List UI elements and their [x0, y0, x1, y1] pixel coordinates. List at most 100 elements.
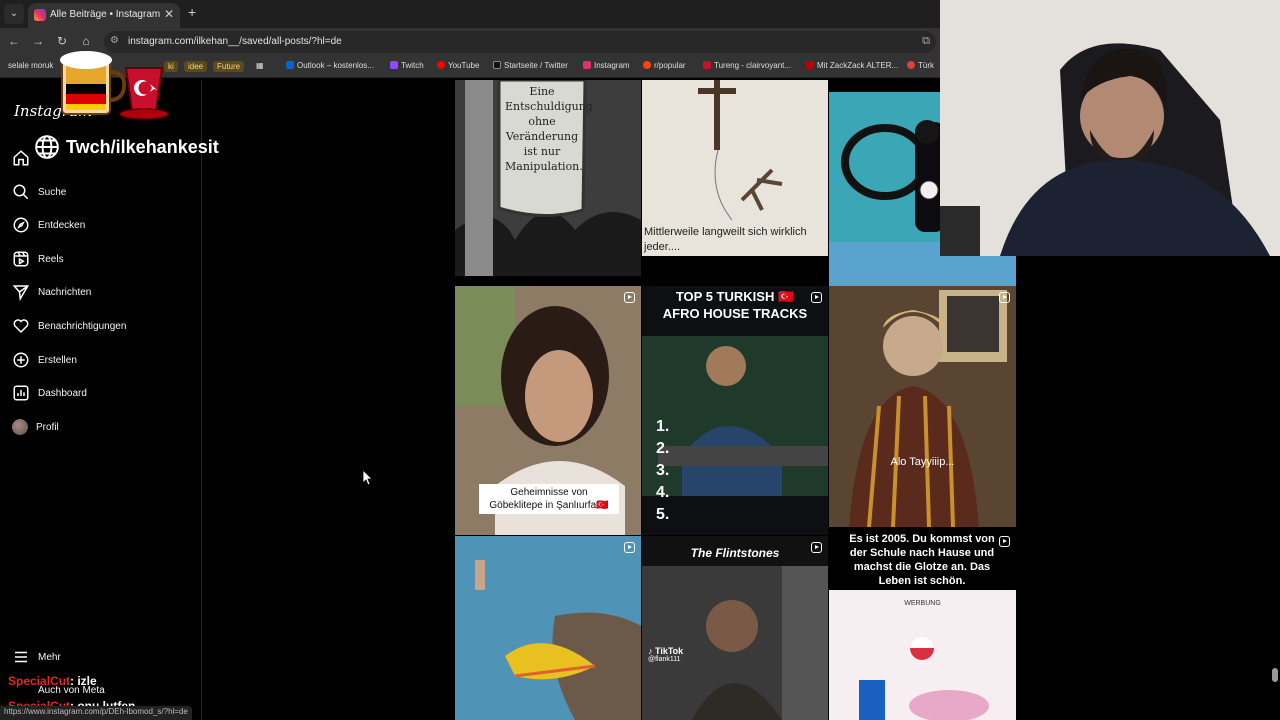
- post-tile-sea[interactable]: [455, 536, 641, 720]
- bookmark-favicon-icon: [907, 61, 915, 69]
- tab-cast-icon[interactable]: ⧉: [922, 35, 930, 48]
- post-title: TOP 5 TURKISH 🇹🇷 AFRO HOUSE TRACKS: [662, 289, 808, 321]
- bookmark-item[interactable]: Future: [213, 61, 245, 72]
- nav-profile[interactable]: Profil: [12, 415, 59, 439]
- list-item: 2.: [656, 440, 670, 457]
- reel-badge-icon: [999, 536, 1010, 547]
- saved-posts-grid: Eine Entschuldigung ohne Veränderung ist…: [455, 80, 1017, 720]
- post-image: [642, 286, 828, 535]
- forward-arrow-icon[interactable]: →: [30, 34, 46, 48]
- mouse-cursor-icon: [363, 470, 373, 486]
- outlook-icon: [286, 61, 294, 69]
- bookmark-item-tureng[interactable]: Tureng - clairvoyant...: [703, 61, 791, 70]
- post-tile-goebeklitepe[interactable]: Geheimnisse von Göbeklitepe in Şanlıurfa…: [455, 286, 641, 535]
- post-image: [455, 536, 641, 720]
- nav-search[interactable]: Suche: [12, 180, 66, 204]
- apps-grid-icon[interactable]: ▦: [256, 61, 264, 70]
- link-status-bar: https://www.instagram.com/p/DEh-lbomod_s…: [0, 706, 192, 720]
- tab-title: Alle Beiträge • Instagram: [50, 9, 161, 20]
- nav-label: Entdecken: [38, 219, 86, 231]
- heart-icon: [13, 319, 29, 334]
- post-tile-2005[interactable]: Es ist 2005. Du kommst von der Schule na…: [829, 530, 1016, 720]
- nav-label: Reels: [38, 253, 64, 265]
- reel-badge-icon: [624, 542, 635, 553]
- bookmark-label: Instagram: [594, 61, 630, 70]
- bookmark-label: YouTube: [448, 61, 480, 70]
- twitch-icon: [390, 61, 398, 69]
- tab-search-button[interactable]: ⌄: [4, 4, 24, 24]
- nav-label: Dashboard: [38, 387, 87, 399]
- post-caption: Es ist 2005. Du kommst von der Schule na…: [849, 533, 995, 587]
- nav-create[interactable]: Erstellen: [12, 348, 77, 372]
- bookmark-item-reddit[interactable]: r/popular: [643, 61, 686, 70]
- nav-more[interactable]: Mehr: [12, 645, 61, 669]
- stream-handle-overlay: Twch/ilkehankesit: [34, 134, 219, 160]
- nav-notifications[interactable]: Benachrichtigungen: [12, 314, 126, 338]
- post-caption: Geheimnisse von Göbeklitepe in Şanlıurfa…: [479, 484, 619, 514]
- bookmark-item-outlook[interactable]: Outlook – kostenlos...: [286, 61, 374, 70]
- bookmark-label: Tureng - clairvoyant...: [714, 61, 792, 70]
- bookmark-label: r/popular: [654, 61, 686, 70]
- reel-badge-icon: [999, 292, 1010, 303]
- post-tile-sign[interactable]: Eine Entschuldigung ohne Veränderung ist…: [455, 80, 641, 276]
- scrollbar-thumb[interactable]: [1272, 668, 1278, 682]
- chat-text: : izle: [70, 674, 97, 688]
- bookmark-label: Mit ZackZack ALTER...: [817, 61, 899, 70]
- bookmark-item[interactable]: idee: [184, 61, 208, 72]
- instagram-favicon-icon: [34, 9, 46, 21]
- post-tile-flintstones[interactable]: The Flintstones ♪ TikTok @flank111: [642, 536, 828, 720]
- stream-handle-text: Twch/ilkehankesit: [66, 136, 219, 157]
- webcam-overlay: [940, 0, 1280, 256]
- send-icon: [12, 285, 30, 301]
- nav-reels[interactable]: Reels: [12, 247, 64, 271]
- list-item: 3.: [656, 462, 670, 479]
- post-caption: Mittlerweile langweilt sich wirklich jed…: [644, 226, 807, 253]
- list-item: 4.: [656, 484, 670, 501]
- list-item: 5.: [656, 506, 670, 523]
- bookmark-item-instagram[interactable]: Instagram: [583, 61, 630, 70]
- bookmark-label: Outlook – kostenlos...: [297, 61, 374, 70]
- post-image: [642, 536, 828, 720]
- bookmark-label: Türk: [918, 61, 934, 70]
- ad-label: WERBUNG: [904, 600, 941, 607]
- tab-close-icon[interactable]: ✕: [164, 7, 174, 21]
- tureng-icon: [703, 61, 711, 69]
- tiktok-handle: @flank111: [648, 656, 681, 663]
- nav-messages[interactable]: Nachrichten: [12, 280, 91, 304]
- address-bar[interactable]: ⚙ instagram.com/ilkehan__/saved/all-post…: [104, 31, 936, 53]
- post-image: [829, 286, 1016, 527]
- post-tile-merkel[interactable]: Alo Tayyiiip...: [829, 286, 1016, 527]
- reel-badge-icon: [811, 292, 822, 303]
- nav-label: Erstellen: [38, 354, 77, 366]
- nav-label: Suche: [38, 186, 67, 198]
- new-tab-button[interactable]: +: [188, 4, 196, 20]
- bookmark-item-turk[interactable]: Türk: [907, 61, 934, 70]
- bookmark-item[interactable]: selale moruk: [8, 61, 53, 70]
- reel-badge-icon: [624, 292, 635, 303]
- chat-username: SpecialCut: [8, 674, 71, 688]
- youtube-icon: [437, 61, 445, 69]
- search-icon: [13, 184, 29, 200]
- nav-explore[interactable]: Entdecken: [12, 213, 85, 237]
- zackzack-icon: [806, 61, 814, 69]
- post-tile-afro-house[interactable]: TOP 5 TURKISH 🇹🇷 AFRO HOUSE TRACKS 1. 2.…: [642, 286, 828, 535]
- beer-tea-overlay-icon: [60, 51, 169, 120]
- dashboard-icon: [13, 385, 29, 401]
- post-title: The Flintstones: [690, 546, 780, 560]
- bookmark-item-twitter[interactable]: Startseite / Twitter: [493, 61, 568, 70]
- reddit-icon: [643, 61, 651, 69]
- instagram-icon: [583, 61, 591, 69]
- x-icon: [493, 61, 501, 69]
- browser-tab-active[interactable]: Alle Beiträge • Instagram ✕: [28, 3, 180, 28]
- bookmark-item-youtube[interactable]: YouTube: [437, 61, 479, 70]
- nav-label: Mehr: [38, 651, 61, 663]
- bookmark-item-twitch[interactable]: Twitch: [390, 61, 424, 70]
- page-scrollbar[interactable]: [1270, 256, 1280, 720]
- back-arrow-icon[interactable]: ←: [6, 34, 22, 48]
- post-tile-cross[interactable]: Mittlerweile langweilt sich wirklich jed…: [642, 80, 828, 256]
- nav-dashboard[interactable]: Dashboard: [12, 381, 87, 405]
- menu-icon: [15, 651, 27, 663]
- browser-tabbar: ⌄ Alle Beiträge • Instagram ✕ +: [0, 0, 940, 28]
- tiktok-icon: ♪: [648, 646, 653, 656]
- bookmark-item-zackzack[interactable]: Mit ZackZack ALTER...: [806, 61, 898, 70]
